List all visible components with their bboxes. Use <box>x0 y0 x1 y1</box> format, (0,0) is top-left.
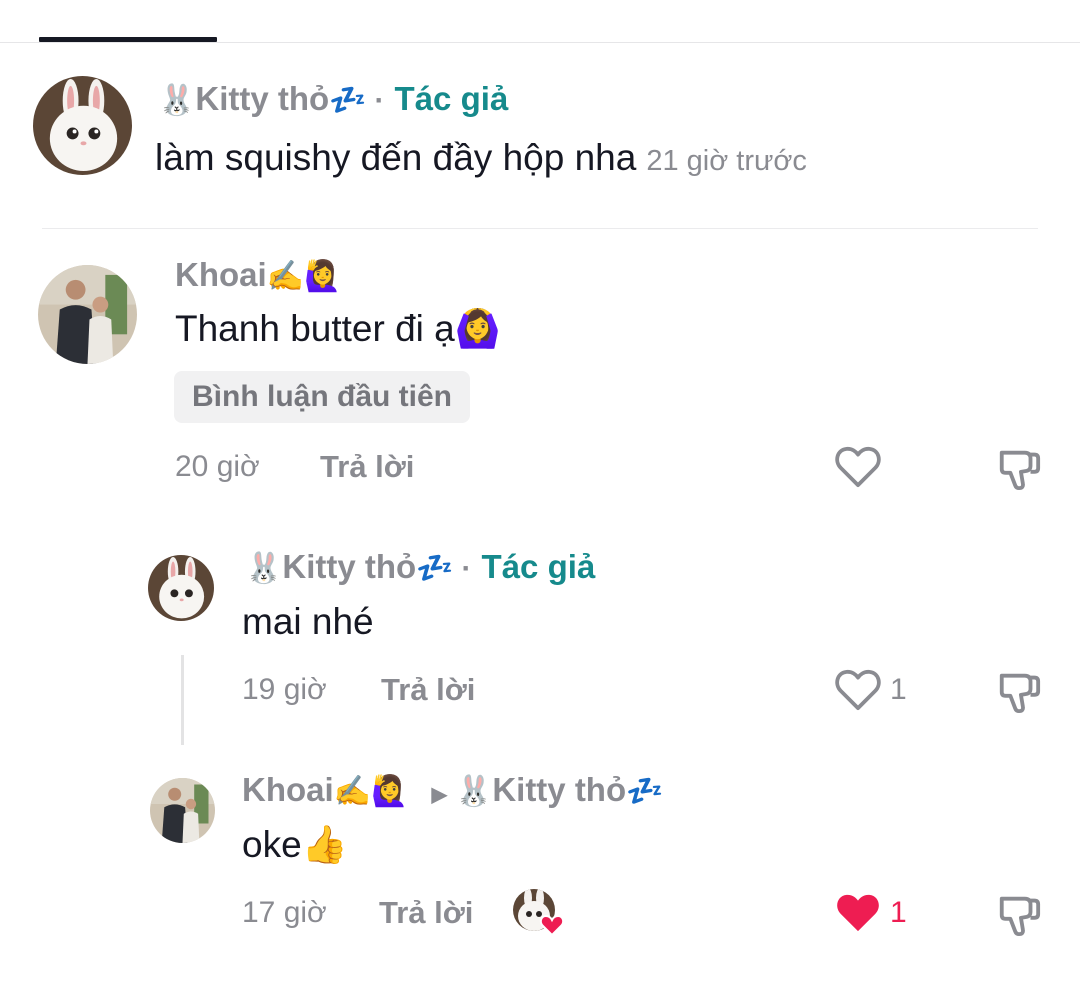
heart-outline-icon[interactable] <box>835 669 881 711</box>
comment-text: Thanh butter đi ạ🙆‍♀️ <box>175 308 501 349</box>
rabbit-avatar[interactable] <box>148 555 214 621</box>
rabbit-emoji: 🐰 <box>158 84 196 117</box>
rabbit-emoji: 🐰 <box>245 552 283 585</box>
comment-time: 20 giờ <box>175 450 260 483</box>
creator-liked-avatar <box>512 888 565 938</box>
thread-line <box>181 655 184 745</box>
reply-button[interactable]: Trả lời <box>320 451 414 482</box>
zzz-emoji: 💤 <box>416 552 454 585</box>
reply-username[interactable]: 🐰Kitty thỏ💤 · Tác giả <box>245 550 595 584</box>
separator-dot: · <box>461 552 472 585</box>
reply-time: 19 giờ <box>242 673 327 706</box>
thumbs-up-emoji: 👍 <box>301 824 348 865</box>
gesture-emoji: 🙆‍♀️ <box>454 308 501 349</box>
separator-dot: · <box>374 84 385 117</box>
rabbit-emoji: 🐰 <box>454 775 493 808</box>
reply-text: oke👍 <box>242 824 348 865</box>
writing-hand-emoji: ✍️🙋‍♀️ <box>266 260 342 293</box>
reply-button[interactable]: Trả lời <box>379 897 473 928</box>
comment-username[interactable]: Khoai✍️🙋‍♀️ <box>175 258 341 292</box>
thumbs-down-icon[interactable] <box>996 891 1042 937</box>
comment-divider <box>42 228 1038 229</box>
author-tag: Tác giả <box>394 80 509 117</box>
reply-time: 17 giờ <box>242 896 327 929</box>
heart-filled-icon[interactable] <box>835 892 881 934</box>
writing-hand-emoji: ✍️🙋‍♀️ <box>333 775 409 808</box>
reply-username[interactable]: Khoai✍️🙋‍♀️ ▶ 🐰Kitty thỏ💤 <box>242 773 663 807</box>
couple-photo-avatar[interactable] <box>150 778 215 843</box>
reply-text: mai nhé <box>242 601 374 642</box>
author-tag: Tác giả <box>481 548 596 585</box>
reply-to-username[interactable]: Kitty thỏ <box>492 771 626 808</box>
like-count: 1 <box>890 673 907 706</box>
reply-button[interactable]: Trả lời <box>381 674 475 705</box>
zzz-emoji: 💤 <box>626 775 664 808</box>
rabbit-avatar[interactable] <box>33 76 132 175</box>
comment-username[interactable]: 🐰Kitty thỏ💤 · Tác giả <box>158 82 508 116</box>
like-count: 1 <box>890 896 907 929</box>
top-divider <box>0 42 1080 43</box>
couple-photo-avatar[interactable] <box>38 265 137 364</box>
thumbs-down-icon[interactable] <box>996 445 1042 491</box>
reply-to-arrow-icon: ▶ <box>431 784 447 806</box>
zzz-emoji: 💤 <box>329 84 367 117</box>
thumbs-down-icon[interactable] <box>996 668 1042 714</box>
comment-time: 21 giờ trước <box>646 145 807 177</box>
comment-text: làm squishy đến đầy hộp nha 21 giờ trước <box>155 137 807 178</box>
heart-outline-icon[interactable] <box>835 446 881 488</box>
first-comment-badge: Bình luận đầu tiên <box>174 371 470 423</box>
